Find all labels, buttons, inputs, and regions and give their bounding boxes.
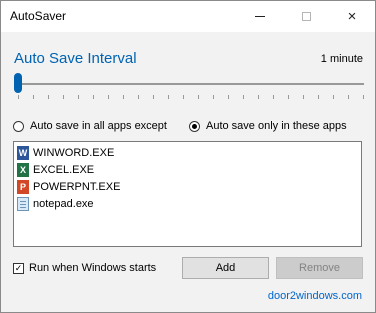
slider-thumb[interactable] xyxy=(14,73,22,93)
slider-tick xyxy=(348,95,349,99)
close-button[interactable]: × xyxy=(329,1,375,32)
app-name: POWERPNT.EXE xyxy=(33,181,121,193)
slider-tick xyxy=(108,95,109,99)
slider-tick xyxy=(288,95,289,99)
add-button[interactable]: Add xyxy=(182,257,269,279)
list-item[interactable]: P POWERPNT.EXE xyxy=(17,179,120,195)
radio-all-apps-except[interactable]: Auto save in all apps except xyxy=(13,120,167,132)
slider-track[interactable] xyxy=(14,83,364,85)
slider-tick xyxy=(273,95,274,99)
word-icon: W xyxy=(17,146,29,160)
interval-heading: Auto Save Interval xyxy=(14,50,137,67)
excel-icon: X xyxy=(17,163,29,177)
slider-tick xyxy=(228,95,229,99)
window-title: AutoSaver xyxy=(10,9,67,23)
slider-tick xyxy=(123,95,124,99)
slider-tick xyxy=(213,95,214,99)
slider-tick xyxy=(258,95,259,99)
list-item[interactable]: X EXCEL.EXE xyxy=(17,162,94,178)
interval-slider[interactable] xyxy=(14,71,364,99)
autosaver-window: AutoSaver × Auto Save Interval 1 minute … xyxy=(0,0,376,313)
radio-only-these-apps[interactable]: Auto save only in these apps xyxy=(189,120,347,132)
radio-button[interactable] xyxy=(13,120,24,132)
app-name: notepad.exe xyxy=(33,198,94,210)
slider-tick xyxy=(333,95,334,99)
title-bar[interactable]: AutoSaver × xyxy=(1,1,375,32)
slider-tick xyxy=(183,95,184,99)
list-item[interactable]: notepad.exe xyxy=(17,196,94,212)
list-item[interactable]: W WINWORD.EXE xyxy=(17,145,114,161)
app-name: EXCEL.EXE xyxy=(33,164,95,176)
close-icon: × xyxy=(347,8,357,25)
notepad-icon xyxy=(17,197,29,211)
slider-tick xyxy=(318,95,319,99)
slider-tick xyxy=(33,95,34,99)
slider-tick xyxy=(18,95,19,99)
website-link[interactable]: door2windows.com xyxy=(268,290,362,302)
startup-label: Run when Windows starts xyxy=(29,262,157,274)
run-at-startup-option[interactable]: ✓ Run when Windows starts xyxy=(13,262,156,274)
interval-value: 1 minute xyxy=(320,53,363,65)
app-list[interactable]: W WINWORD.EXE X EXCEL.EXE P POWERPNT.EXE… xyxy=(13,141,362,247)
slider-tick xyxy=(48,95,49,99)
radio-label: Auto save in all apps except xyxy=(30,120,167,132)
startup-checkbox[interactable]: ✓ xyxy=(13,262,24,274)
slider-tick xyxy=(243,95,244,99)
slider-tick xyxy=(78,95,79,99)
slider-ticks xyxy=(14,95,364,99)
slider-tick xyxy=(153,95,154,99)
radio-button[interactable] xyxy=(189,120,200,132)
radio-label: Auto save only in these apps xyxy=(206,120,347,132)
slider-tick xyxy=(363,95,364,99)
minimize-icon xyxy=(255,16,265,17)
slider-tick xyxy=(198,95,199,99)
remove-button[interactable]: Remove xyxy=(276,257,363,279)
slider-tick xyxy=(63,95,64,99)
maximize-icon xyxy=(301,12,311,21)
powerpoint-icon: P xyxy=(17,180,29,194)
app-name: WINWORD.EXE xyxy=(33,147,115,159)
slider-tick xyxy=(93,95,94,99)
slider-tick xyxy=(138,95,139,99)
minimize-button[interactable] xyxy=(237,1,283,32)
maximize-button[interactable] xyxy=(283,1,329,32)
slider-tick xyxy=(168,95,169,99)
slider-tick xyxy=(303,95,304,99)
